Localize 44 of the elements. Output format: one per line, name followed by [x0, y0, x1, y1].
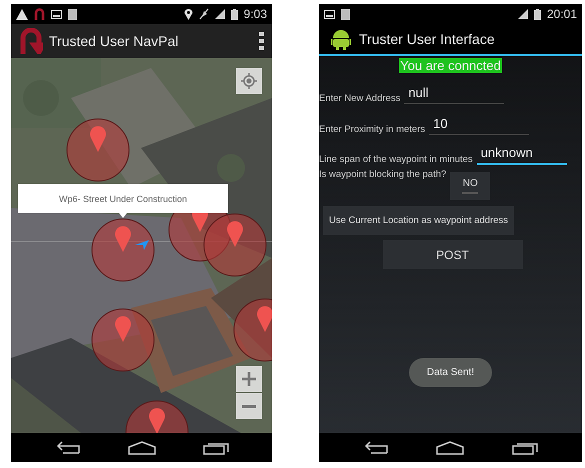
- image-icon: [324, 10, 335, 18]
- field-label: Is waypoint blocking the path?: [319, 169, 446, 180]
- app-title: Truster User Interface: [359, 31, 496, 47]
- my-location-button[interactable]: [236, 68, 262, 94]
- post-button[interactable]: POST: [382, 240, 522, 269]
- android-robot-icon: [331, 28, 351, 50]
- overflow-menu-icon[interactable]: [259, 32, 264, 50]
- zoom-out-button[interactable]: [236, 393, 262, 419]
- input-field[interactable]: unknown: [476, 145, 567, 165]
- signal-icon: [214, 9, 225, 19]
- image-icon: [51, 10, 62, 18]
- navigation-arrow-icon: [135, 240, 149, 250]
- back-icon[interactable]: [362, 440, 389, 454]
- toast-message: Data Sent!: [408, 358, 492, 387]
- field-label: Enter Proximity in meters: [319, 124, 426, 135]
- toggle-button[interactable]: NO: [450, 172, 490, 200]
- minus-icon: [242, 404, 256, 408]
- status-time: 9:03: [244, 7, 267, 21]
- recent-apps-icon[interactable]: [512, 440, 538, 454]
- input-field[interactable]: null: [404, 85, 504, 104]
- field-label: Line span of the waypoint in minutes: [319, 154, 473, 165]
- home-icon[interactable]: [128, 440, 156, 454]
- signal-icon: [518, 9, 528, 19]
- field-label: Enter New Address: [319, 93, 400, 104]
- toggle-indicator: [462, 192, 478, 194]
- connection-status: You are conncted: [399, 58, 502, 73]
- warning-icon: [16, 8, 28, 20]
- input-field[interactable]: 10: [429, 116, 530, 135]
- crosshair-icon: [241, 73, 257, 89]
- home-icon[interactable]: [436, 440, 464, 454]
- info-window-pointer: [119, 213, 127, 218]
- u-turn-icon: [34, 8, 45, 20]
- u-turn-logo: [19, 28, 43, 54]
- back-icon[interactable]: [54, 440, 80, 454]
- use-location-button[interactable]: Use Current Location as waypoint address: [323, 206, 514, 235]
- battery-icon: [534, 8, 541, 20]
- app-title: Trusted User NavPal: [49, 33, 180, 49]
- info-window[interactable]: Wp6- Street Under Construction: [18, 184, 228, 213]
- battery-icon: [230, 8, 238, 20]
- location-pin-icon: [184, 8, 193, 20]
- plus-icon: [242, 372, 256, 386]
- zoom-in-button[interactable]: [236, 366, 262, 392]
- status-time: 20:01: [546, 7, 577, 21]
- recent-apps-icon[interactable]: [202, 440, 228, 454]
